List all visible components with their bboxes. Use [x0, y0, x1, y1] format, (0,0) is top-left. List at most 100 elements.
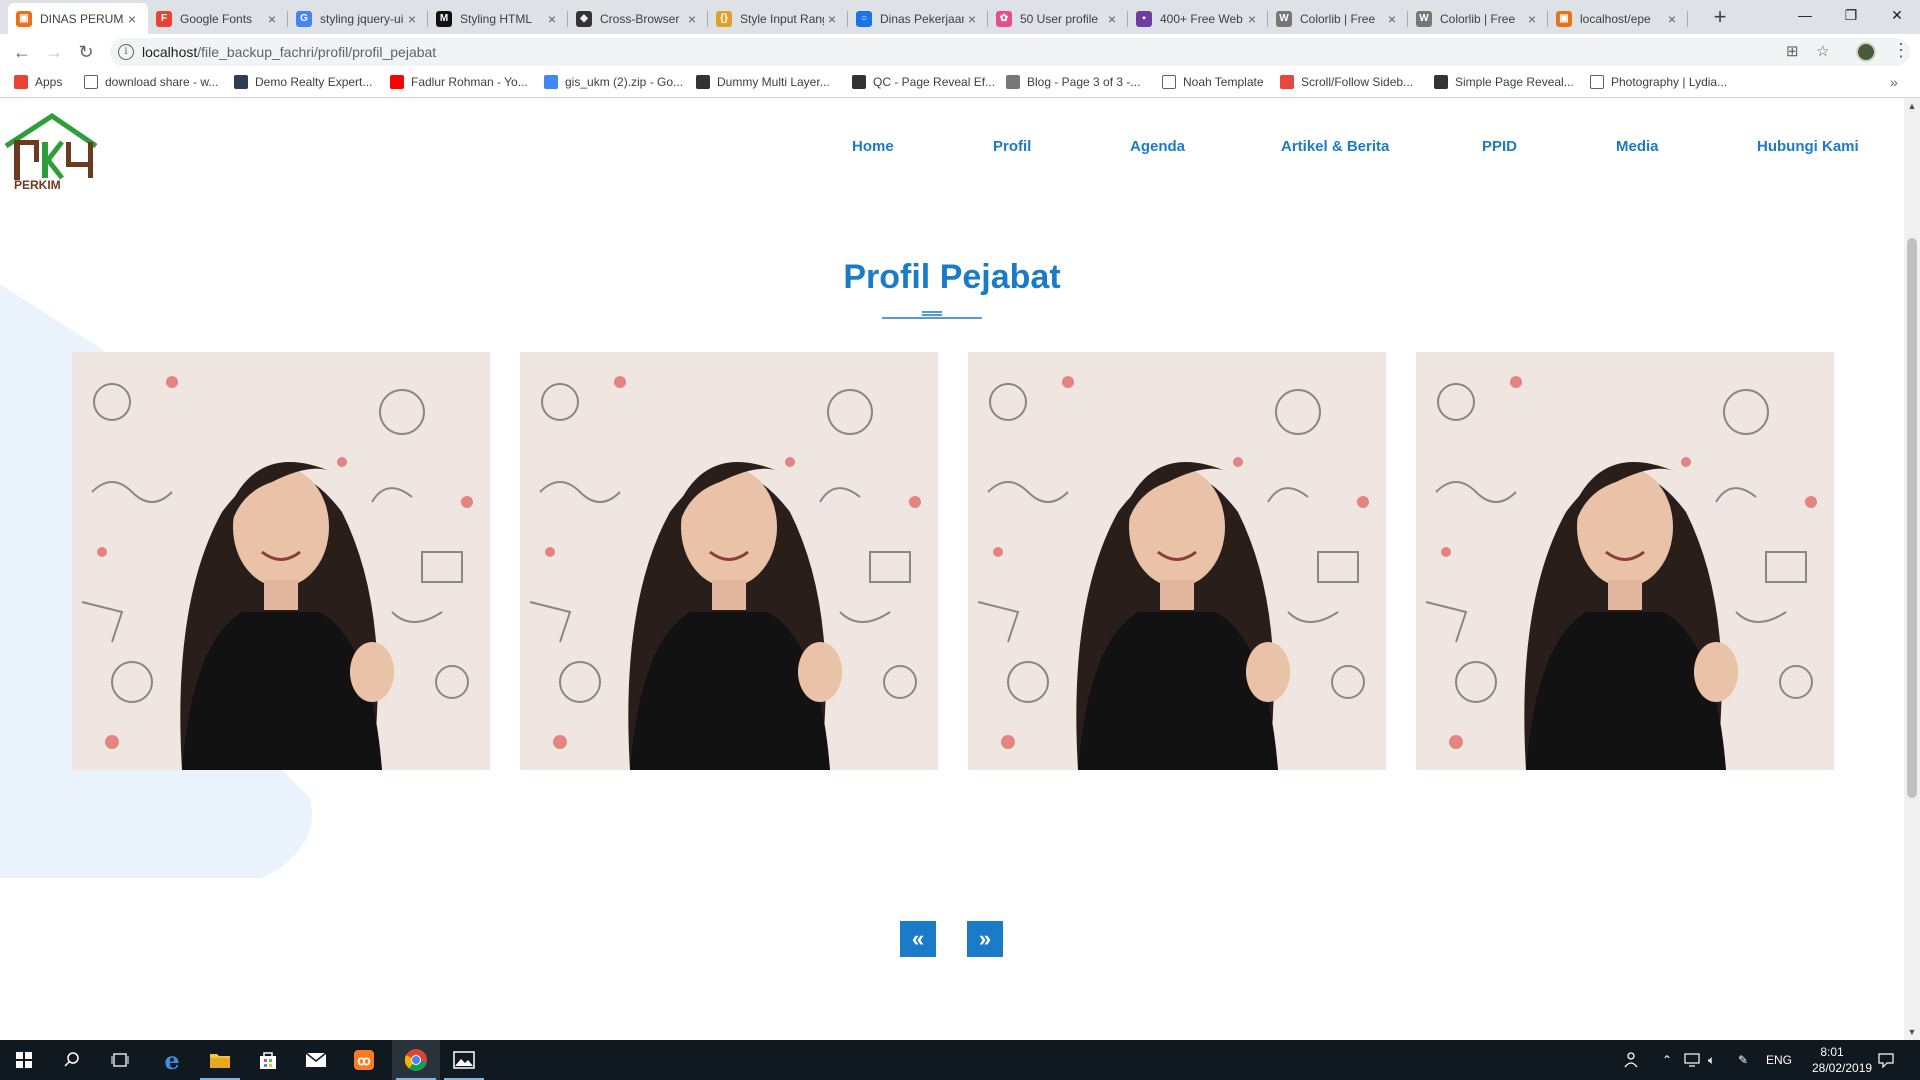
start-windows-icon[interactable]	[0, 1040, 48, 1080]
logo-text: PERKIM	[14, 178, 61, 192]
bookmarks-more-icon[interactable]: »	[1890, 74, 1898, 90]
tab-close-icon[interactable]: ×	[824, 11, 840, 27]
bookmark-item[interactable]: Noah Template	[1162, 75, 1264, 89]
translate-icon[interactable]: ⊞	[1786, 42, 1799, 60]
browser-tab[interactable]: ◈ Cross-Browser ×	[568, 3, 708, 34]
bookmark-star-icon[interactable]: ☆	[1816, 42, 1829, 60]
nav-link-media[interactable]: Media	[1616, 138, 1659, 155]
tab-close-icon[interactable]: ×	[544, 11, 560, 27]
xampp-icon[interactable]: ꝏ	[340, 1040, 388, 1080]
browser-tab[interactable]: W Colorlib | Free ×	[1268, 3, 1408, 34]
browser-tab[interactable]: ▪ 400+ Free Web ×	[1128, 3, 1268, 34]
tab-close-icon[interactable]: ×	[1664, 11, 1680, 27]
profile-card[interactable]	[72, 352, 490, 770]
forward-icon[interactable]: →	[40, 38, 68, 66]
apps-shortcut[interactable]: Apps	[14, 75, 62, 89]
tab-title: Style Input Range	[740, 11, 824, 26]
volume-icon[interactable]: 🔈︎	[1708, 1040, 1715, 1080]
bookmark-item[interactable]: Simple Page Reveal...	[1434, 75, 1574, 89]
bookmark-item[interactable]: Dummy Multi Layer...	[696, 75, 830, 89]
photos-icon[interactable]	[440, 1040, 488, 1080]
tab-title: 400+ Free Web	[1160, 11, 1243, 26]
scroll-up-icon[interactable]: ▲	[1904, 98, 1920, 114]
bookmark-favicon-icon	[696, 75, 710, 89]
tab-favicon-icon: M	[436, 10, 452, 27]
pen-icon[interactable]: ✎	[1738, 1040, 1748, 1080]
nav-link-home[interactable]: Home	[852, 138, 894, 155]
network-icon[interactable]	[1684, 1040, 1702, 1080]
tab-close-icon[interactable]: ×	[684, 11, 700, 27]
window-close-icon[interactable]: ✕	[1874, 0, 1920, 30]
browser-tab[interactable]: F Google Fonts ×	[148, 3, 288, 34]
address-bar[interactable]: i localhost/file_backup_fachri/profil/pr…	[110, 38, 1910, 66]
tab-close-icon[interactable]: ×	[1524, 11, 1540, 27]
profile-avatar[interactable]	[1856, 42, 1876, 62]
people-icon[interactable]	[1624, 1040, 1642, 1080]
bookmark-favicon-icon	[852, 75, 866, 89]
browser-menu-icon[interactable]: ⋮	[1892, 40, 1910, 61]
minimize-icon[interactable]: —	[1782, 0, 1828, 30]
back-icon[interactable]: ←	[8, 38, 36, 66]
tab-close-icon[interactable]: ×	[964, 11, 980, 27]
browser-tab[interactable]: ✿ 50 User profile ×	[988, 3, 1128, 34]
mail-icon[interactable]	[292, 1040, 340, 1080]
reload-icon[interactable]: ↻	[72, 38, 100, 66]
tab-title: 50 User profile	[1020, 11, 1099, 26]
tab-close-icon[interactable]: ×	[264, 11, 280, 27]
browser-tab[interactable]: M Styling HTML ×	[428, 3, 568, 34]
nav-link-artikel-berita[interactable]: Artikel & Berita	[1281, 138, 1389, 155]
site-logo[interactable]: PERKIM	[0, 112, 100, 192]
profile-card[interactable]	[968, 352, 1386, 770]
browser-tab[interactable]: {} Style Input Range×	[708, 3, 848, 34]
profile-card[interactable]	[1416, 352, 1834, 770]
store-icon[interactable]	[244, 1040, 292, 1080]
chrome-icon[interactable]	[392, 1040, 440, 1080]
restore-icon[interactable]: ❐	[1828, 0, 1874, 30]
url-path: /file_backup_fachri/profil/profil_pejaba…	[197, 44, 437, 60]
bookmark-label: QC - Page Reveal Ef...	[873, 75, 996, 89]
nav-link-ppid[interactable]: PPID	[1482, 138, 1517, 155]
browser-tab[interactable]: ▣ localhost/epe ×	[1548, 3, 1688, 34]
next-page-button[interactable]: »	[967, 921, 1003, 957]
browser-tab[interactable]: Gstyling jquery-ui ×	[288, 3, 428, 34]
tab-close-icon[interactable]: ×	[1104, 11, 1120, 27]
prev-page-button[interactable]: «	[900, 921, 936, 957]
nav-link-hubungi-kami[interactable]: Hubungi Kami	[1757, 138, 1859, 155]
nav-link-profil[interactable]: Profil	[993, 138, 1031, 155]
svg-text:ꝏ: ꝏ	[357, 1053, 370, 1068]
page-scrollbar[interactable]: ▲ ▼	[1904, 98, 1920, 1040]
search-icon[interactable]	[48, 1040, 96, 1080]
tab-favicon-icon: G	[296, 10, 312, 27]
bookmark-item[interactable]: download share - w...	[84, 75, 218, 89]
tab-close-icon[interactable]: ×	[124, 11, 140, 27]
address-url[interactable]: localhost/file_backup_fachri/profil/prof…	[142, 44, 436, 60]
bookmark-item[interactable]: QC - Page Reveal Ef...	[852, 75, 995, 89]
tab-favicon-icon: W	[1416, 10, 1432, 27]
tab-close-icon[interactable]: ×	[1244, 11, 1260, 27]
site-info-icon[interactable]: i	[118, 44, 134, 60]
tab-close-icon[interactable]: ×	[404, 11, 420, 27]
browser-tab[interactable]: W Colorlib | Free ×	[1408, 3, 1548, 34]
scroll-down-icon[interactable]: ▼	[1904, 1024, 1920, 1040]
scroll-thumb[interactable]	[1907, 238, 1917, 798]
nav-link-agenda[interactable]: Agenda	[1130, 138, 1185, 155]
browser-tab[interactable]: ○ Dinas Pekerjaan ×	[848, 3, 988, 34]
bookmark-item[interactable]: Blog - Page 3 of 3 -...	[1006, 75, 1140, 89]
bookmark-item[interactable]: Demo Realty Expert...	[234, 75, 372, 89]
bookmark-item[interactable]: Scroll/Follow Sideb...	[1280, 75, 1413, 89]
profile-card[interactable]	[520, 352, 938, 770]
bookmark-item[interactable]: Photography | Lydia...	[1590, 75, 1727, 89]
browser-tab[interactable]: ▣ DINAS PERUMAHAN×	[8, 3, 148, 34]
notifications-icon[interactable]	[1878, 1040, 1894, 1080]
system-clock[interactable]: 8:01 28/02/2019	[1812, 1044, 1872, 1076]
language-indicator[interactable]: ENG	[1766, 1040, 1792, 1080]
new-tab-button[interactable]: +	[1706, 4, 1734, 32]
task-view-icon[interactable]	[96, 1040, 144, 1080]
bookmark-item[interactable]: gis_ukm (2).zip - Go...	[544, 75, 683, 89]
file-explorer-icon[interactable]	[196, 1040, 244, 1080]
tab-close-icon[interactable]: ×	[1384, 11, 1400, 27]
tray-chevron-icon[interactable]: ⌃	[1662, 1040, 1672, 1080]
bookmark-item[interactable]: Fadlur Rohman - Yo...	[390, 75, 528, 89]
tab-title: localhost/epe	[1580, 11, 1651, 26]
edge-icon[interactable]: e	[148, 1040, 196, 1080]
